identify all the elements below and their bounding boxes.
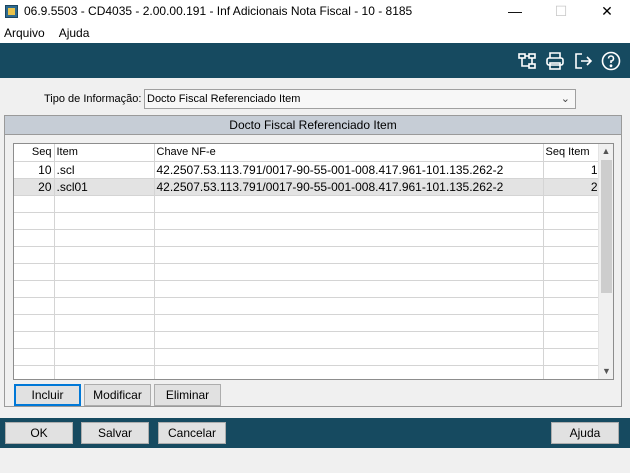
table-row[interactable]: 10 .scl 42.2507.53.113.791/0017-90-55-00… <box>14 161 601 179</box>
title-bar: 06.9.5503 - CD4035 - 2.00.00.191 - Inf A… <box>0 0 630 22</box>
docto-fiscal-group: Docto Fiscal Referenciado Item Seq Item … <box>4 115 622 407</box>
empty-row <box>14 246 601 264</box>
empty-row <box>14 365 601 379</box>
scroll-down-icon[interactable]: ▼ <box>599 364 613 379</box>
ok-button[interactable]: OK <box>5 422 73 444</box>
empty-row <box>14 229 601 247</box>
column-header-chave[interactable]: Chave NF-e <box>154 144 544 162</box>
minimize-button[interactable]: — <box>492 0 538 22</box>
empty-row <box>14 195 601 213</box>
items-table: Seq Item Chave NF-e Seq Item 10 .scl 42.… <box>14 144 601 379</box>
modificar-button[interactable]: Modificar <box>84 384 151 406</box>
cell-seq-item: 2 <box>543 178 601 196</box>
ajuda-button[interactable]: Ajuda <box>551 422 619 444</box>
hierarchy-icon[interactable] <box>516 50 538 72</box>
cell-seq: 20 <box>14 178 55 196</box>
menu-ajuda[interactable]: Ajuda <box>59 26 90 40</box>
help-icon[interactable] <box>600 50 622 72</box>
window-controls: — ☐ ✕ <box>492 0 630 22</box>
cell-chave: 42.2507.53.113.791/0017-90-55-001-008.41… <box>154 178 544 196</box>
print-icon[interactable] <box>544 50 566 72</box>
vertical-scrollbar[interactable]: ▲ ▼ <box>598 144 613 379</box>
chevron-down-icon[interactable]: ⌄ <box>561 90 570 108</box>
cell-seq: 10 <box>14 161 55 179</box>
exit-icon[interactable] <box>572 50 594 72</box>
window-title: 06.9.5503 - CD4035 - 2.00.00.191 - Inf A… <box>24 4 413 18</box>
table-header-row: Seq Item Chave NF-e Seq Item <box>14 144 601 162</box>
empty-row <box>14 297 601 315</box>
incluir-button[interactable]: Incluir <box>14 384 81 406</box>
footer-bar: OK Salvar Cancelar Ajuda <box>0 418 630 448</box>
close-button[interactable]: ✕ <box>584 0 630 22</box>
column-header-seq[interactable]: Seq <box>14 144 55 162</box>
grid-buttons: Incluir Modificar Eliminar <box>14 384 224 406</box>
tipo-informacao-select[interactable]: Docto Fiscal Referenciado Item ⌄ <box>144 89 576 109</box>
cell-item: .scl01 <box>54 178 155 196</box>
status-bar <box>0 448 630 473</box>
empty-row <box>14 331 601 349</box>
empty-row <box>14 314 601 332</box>
column-header-item[interactable]: Item <box>54 144 155 162</box>
scroll-up-icon[interactable]: ▲ <box>599 144 613 159</box>
cell-seq-item: 1 <box>543 161 601 179</box>
empty-row <box>14 263 601 281</box>
table-row[interactable]: 20 .scl01 42.2507.53.113.791/0017-90-55-… <box>14 178 601 196</box>
maximize-button: ☐ <box>554 2 568 19</box>
scroll-thumb[interactable] <box>601 160 612 293</box>
menu-arquivo[interactable]: Arquivo <box>4 26 45 40</box>
cancelar-button[interactable]: Cancelar <box>158 422 226 444</box>
tipo-informacao-value: Docto Fiscal Referenciado Item <box>147 93 301 105</box>
main-panel: Tipo de Informação: Docto Fiscal Referen… <box>0 78 630 418</box>
empty-row <box>14 212 601 230</box>
empty-row <box>14 280 601 298</box>
eliminar-button[interactable]: Eliminar <box>154 384 221 406</box>
empty-row <box>14 348 601 366</box>
items-grid: Seq Item Chave NF-e Seq Item 10 .scl 42.… <box>13 143 614 380</box>
tipo-informacao-label: Tipo de Informação: <box>44 93 142 105</box>
salvar-button[interactable]: Salvar <box>81 422 149 444</box>
group-title: Docto Fiscal Referenciado Item <box>5 116 621 135</box>
cell-item: .scl <box>54 161 155 179</box>
cell-chave: 42.2507.53.113.791/0017-90-55-001-008.41… <box>154 161 544 179</box>
menu-bar: Arquivo Ajuda <box>0 23 103 43</box>
column-header-seq-item[interactable]: Seq Item <box>543 144 601 162</box>
toolbar <box>0 43 630 78</box>
app-icon <box>5 4 18 18</box>
